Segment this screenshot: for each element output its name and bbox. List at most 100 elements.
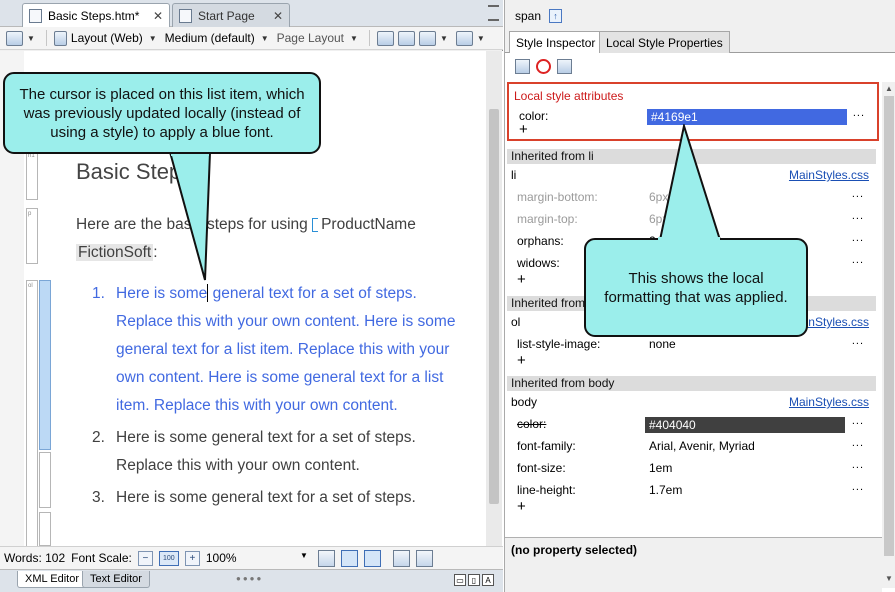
tab-start-page[interactable]: Start Page ✕ (172, 3, 290, 27)
structure-bar-li[interactable] (39, 452, 51, 508)
structure-bar-li[interactable] (39, 512, 51, 546)
more-button[interactable]: ... (852, 410, 864, 432)
property-row-line-height[interactable]: line-height: 1.7em ... (507, 479, 876, 501)
show-markers-icon[interactable] (397, 30, 415, 46)
view-horizontal-button[interactable]: ▭ (454, 574, 466, 586)
steps-list: 1. Here is some general text for a set o… (92, 280, 462, 516)
tab-style-inspector[interactable]: Style Inspector (509, 31, 603, 54)
intro-paragraph[interactable]: Here are the basic steps for using Produ… (76, 211, 476, 267)
toolbar-separator (45, 30, 47, 46)
more-button[interactable]: ... (852, 205, 864, 227)
scrollbar-thumb[interactable] (884, 96, 894, 556)
section-title: Inherited from body (507, 376, 876, 391)
view-text-button[interactable]: A (482, 574, 494, 586)
zoom-out-button[interactable]: − (137, 550, 153, 566)
tab-list-menu-icon[interactable] (488, 5, 499, 21)
list-item-3[interactable]: 3. Here is some general text for a set o… (92, 484, 462, 512)
add-property-button[interactable]: + (517, 498, 526, 515)
structure-bar-left-icon[interactable] (340, 549, 358, 567)
track-changes-icon[interactable] (455, 30, 473, 46)
selector-name: ol (511, 315, 521, 329)
close-icon[interactable]: ✕ (153, 9, 163, 23)
chevron-down-icon[interactable]: ▼ (477, 34, 485, 43)
list-item-text: Here is some general text for a set of s… (116, 489, 416, 506)
list-item-2[interactable]: 2. Here is some general text for a set o… (92, 424, 462, 480)
structure-bar-ol[interactable]: ol (26, 280, 38, 548)
zoom-in-button[interactable]: + (184, 550, 200, 566)
structure-bar-li-selected[interactable] (39, 280, 51, 450)
splitter-grip-icon[interactable]: ●●●● (236, 574, 263, 583)
editor-scrollbar[interactable] (486, 51, 502, 546)
chevron-down-icon[interactable]: ▼ (350, 34, 358, 43)
medium-dropdown[interactable]: Medium (default) (165, 31, 255, 45)
document-tab-bar: Basic Steps.htm* ✕ Start Page ✕ (0, 0, 503, 27)
inspector-toolbar (505, 53, 895, 79)
property-row-font-family[interactable]: font-family: Arial, Avenir, Myriad ... (507, 435, 876, 457)
zoom-dropdown[interactable]: 100% ▼ (206, 551, 312, 565)
html-file-icon (29, 8, 42, 23)
selector-name: li (511, 168, 517, 182)
structure-bar-h1[interactable]: h1 (26, 150, 38, 200)
stylesheet-icon[interactable] (515, 58, 530, 74)
chevron-down-icon[interactable]: ▼ (440, 34, 448, 43)
add-property-row[interactable]: + (507, 498, 876, 517)
more-button[interactable]: ... (852, 330, 864, 352)
ruler-icon[interactable] (392, 549, 410, 567)
scroll-up-arrow-icon[interactable]: ▲ (885, 84, 893, 93)
tab-text-editor[interactable]: Text Editor (82, 571, 150, 588)
show-tags-icon[interactable] (376, 30, 394, 46)
more-button[interactable]: ... (852, 227, 864, 249)
chevron-down-icon: ▼ (299, 551, 308, 560)
add-property-button[interactable]: + (517, 352, 526, 369)
structure-bar-top-icon[interactable] (363, 549, 381, 567)
more-button[interactable]: ... (852, 183, 864, 205)
close-icon[interactable]: ✕ (273, 9, 283, 23)
toolbar-separator (368, 30, 370, 46)
product-name-variable[interactable]: ProductName (321, 216, 416, 233)
add-property-row[interactable]: + (507, 352, 876, 371)
select-parent-icon[interactable]: ↑ (549, 8, 563, 23)
layout-dropdown[interactable]: Layout (Web) (71, 31, 143, 45)
fictionsoft-variable[interactable]: FictionSoft (76, 244, 154, 261)
page-layout-dropdown[interactable]: Page Layout (277, 31, 344, 45)
callout-pointer-cover (658, 237, 720, 243)
layout-icon (53, 30, 67, 46)
tab-label: Basic Steps.htm* (48, 8, 140, 23)
tab-xml-editor[interactable]: XML Editor (17, 571, 88, 588)
edit-style-icon[interactable] (557, 58, 572, 74)
preview-icon[interactable] (6, 30, 23, 46)
structure-bar-p[interactable]: p (26, 208, 38, 264)
list-number: 2. (92, 429, 105, 446)
variable-bracket-icon (312, 217, 319, 232)
property-row-color[interactable]: color: #404040 ... (507, 413, 876, 435)
scrollbar-thumb[interactable] (489, 109, 499, 504)
selected-element-name: span (515, 8, 542, 23)
more-button[interactable]: ... (852, 476, 864, 498)
tab-basic-steps[interactable]: Basic Steps.htm* ✕ (22, 3, 170, 27)
view-vertical-button[interactable]: ▯ (468, 574, 480, 586)
add-property-button[interactable]: + (519, 121, 528, 138)
inspector-header: span ↑ (505, 0, 895, 31)
show-spelling-icon[interactable] (317, 549, 335, 567)
chevron-down-icon[interactable]: ▼ (27, 34, 35, 43)
zoom-reset-button[interactable]: 100 (158, 550, 179, 566)
more-button[interactable]: ... (852, 249, 864, 271)
color-swatch[interactable]: #4169e1 (647, 109, 847, 125)
property-description: (no property selected) (505, 537, 882, 592)
more-button[interactable]: ... (853, 102, 865, 124)
vertical-ruler-icon[interactable] (415, 549, 433, 567)
chevron-down-icon[interactable]: ▼ (261, 34, 269, 43)
chevron-down-icon[interactable]: ▼ (149, 34, 157, 43)
more-button[interactable]: ... (852, 432, 864, 454)
property-row-font-size[interactable]: font-size: 1em ... (507, 457, 876, 479)
list-item-1[interactable]: 1. Here is some general text for a set o… (92, 280, 462, 420)
inspector-scrollbar[interactable]: ▲ ▼ (882, 82, 895, 588)
show-blocks-icon[interactable] (418, 30, 436, 46)
add-property-button[interactable]: + (517, 271, 526, 288)
scroll-down-arrow-icon[interactable]: ▼ (885, 574, 893, 583)
tab-local-style-properties[interactable]: Local Style Properties (599, 31, 730, 53)
clear-local-formatting-icon[interactable] (536, 58, 551, 74)
more-button[interactable]: ... (852, 454, 864, 476)
color-swatch[interactable]: #404040 (645, 417, 845, 433)
font-scale-label: Font Scale: (71, 551, 132, 565)
